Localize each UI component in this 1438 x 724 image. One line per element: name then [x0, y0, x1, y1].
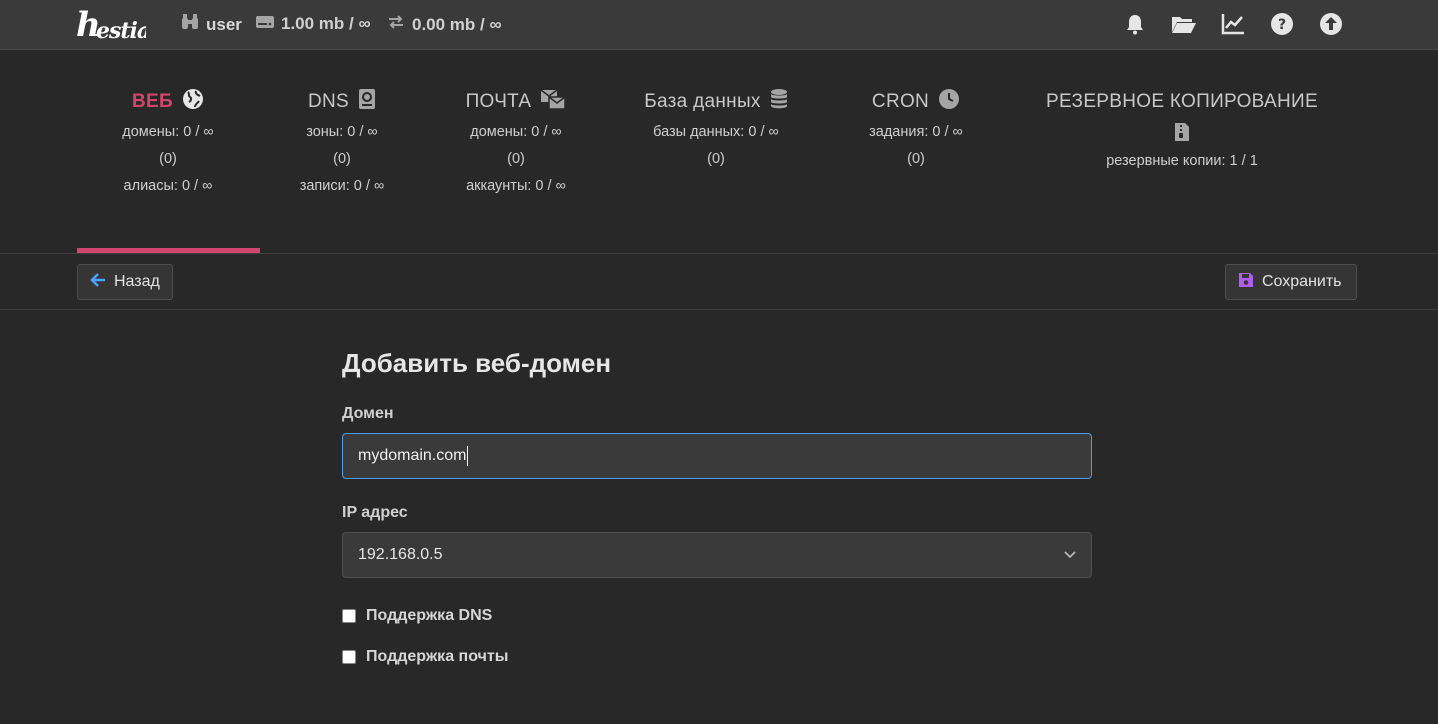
- username: user: [206, 14, 242, 34]
- tab-web-label: ВЕБ: [132, 91, 173, 112]
- arrow-left-icon: [90, 272, 106, 292]
- page-title: Добавить веб-домен: [342, 348, 612, 378]
- tab-cron-jobs: задания: 0 / ∞: [869, 124, 963, 140]
- hestia-logo[interactable]: h estia: [76, 4, 151, 52]
- active-tab-indicator: [77, 248, 260, 253]
- archive-icon: [1042, 119, 1322, 145]
- chevron-down-icon: [1064, 546, 1076, 564]
- exchange-icon: [387, 14, 405, 35]
- globe-icon: [182, 88, 204, 116]
- toolbar: Назад Сохранить: [0, 255, 1438, 310]
- tab-dns-zones: зоны: 0 / ∞: [306, 124, 378, 140]
- mail-support-label: Поддержка почты: [366, 648, 509, 665]
- tab-database[interactable]: База данных базы данных: 0 / ∞ (0): [636, 89, 796, 169]
- main-tabs: ВЕБ домены: 0 / ∞ (0) алиасы: 0 / ∞ DNS …: [0, 51, 1438, 254]
- disk-stat: 1.00 mb / ∞: [256, 14, 371, 34]
- dns-support-checkbox[interactable]: [342, 609, 356, 623]
- tab-web-domains-count: (0): [159, 151, 177, 167]
- svg-text:?: ?: [1278, 17, 1286, 33]
- mail-support-checkbox[interactable]: [342, 650, 356, 664]
- tab-mail[interactable]: ПОЧТА домены: 0 / ∞ (0) аккаунты: 0 / ∞: [446, 89, 586, 196]
- tab-mail-label: ПОЧТА: [465, 91, 532, 112]
- tab-mail-accounts: аккаунты: 0 / ∞: [466, 178, 566, 194]
- ip-field-label: IP адрес: [342, 504, 408, 521]
- top-bar: h estia user 1.00 mb / ∞ 0.00 mb / ∞ ?: [0, 0, 1438, 50]
- tab-database-dbs-count: (0): [707, 151, 725, 167]
- domain-input[interactable]: mydomain.com: [342, 433, 1092, 479]
- save-button-label: Сохранить: [1262, 273, 1342, 290]
- tab-dns-zones-count: (0): [333, 151, 351, 167]
- dns-support-option[interactable]: Поддержка DNS: [342, 607, 1092, 625]
- dns-support-label: Поддержка DNS: [366, 607, 493, 624]
- tab-cron[interactable]: CRON задания: 0 / ∞ (0): [846, 89, 986, 169]
- tab-mail-domains: домены: 0 / ∞: [470, 124, 562, 140]
- text-caret: [467, 446, 469, 466]
- tab-database-label: База данных: [644, 91, 761, 112]
- back-button-label: Назад: [114, 273, 160, 290]
- tab-dns-label: DNS: [307, 91, 349, 112]
- hestia-logo-mark: h estia: [76, 5, 151, 45]
- tab-web-domains: домены: 0 / ∞: [122, 124, 214, 140]
- ip-address-value: 192.168.0.5: [358, 546, 443, 563]
- help-icon[interactable]: ?: [1269, 11, 1295, 37]
- mail-icon: [540, 88, 567, 116]
- database-icon: [770, 88, 788, 116]
- tab-web[interactable]: ВЕБ домены: 0 / ∞ (0) алиасы: 0 / ∞: [88, 89, 248, 196]
- mail-support-option[interactable]: Поддержка почты: [342, 648, 1092, 666]
- tab-cron-label: CRON: [871, 91, 930, 112]
- add-web-domain-form: Добавить веб-домен Домен mydomain.com IP…: [342, 348, 1092, 666]
- back-button[interactable]: Назад: [77, 264, 173, 300]
- save-button[interactable]: Сохранить: [1225, 264, 1357, 300]
- bandwidth-stat: 0.00 mb / ∞: [387, 14, 502, 35]
- ip-address-select[interactable]: 192.168.0.5: [342, 532, 1092, 578]
- update-icon[interactable]: [1318, 11, 1344, 37]
- clock-icon: [938, 88, 960, 116]
- floppy-disk-icon: [1238, 272, 1254, 293]
- folder-icon[interactable]: [1171, 11, 1197, 37]
- hdd-icon: [256, 14, 274, 34]
- binoculars-icon: [181, 14, 199, 35]
- domain-field-label: Домен: [342, 405, 394, 422]
- svg-text:estia: estia: [96, 18, 146, 44]
- tab-backup-label: РЕЗЕРВНОЕ КОПИРОВАНИЕ: [1046, 91, 1318, 112]
- tab-cron-jobs-count: (0): [907, 151, 925, 167]
- tab-mail-domains-count: (0): [507, 151, 525, 167]
- tab-web-aliases: алиасы: 0 / ∞: [123, 178, 213, 194]
- user-stat[interactable]: user: [181, 14, 242, 35]
- tab-dns[interactable]: DNS зоны: 0 / ∞ (0) записи: 0 / ∞: [282, 89, 402, 196]
- book-icon: [358, 88, 376, 116]
- bandwidth-usage: 0.00 mb / ∞: [412, 14, 502, 34]
- tab-backup[interactable]: РЕЗЕРВНОЕ КОПИРОВАНИЕ резервные копии: 1…: [1042, 89, 1322, 171]
- top-icons: ?: [1122, 11, 1344, 37]
- chart-icon[interactable]: [1220, 11, 1246, 37]
- tab-database-dbs: базы данных: 0 / ∞: [653, 124, 779, 140]
- domain-input-value: mydomain.com: [358, 447, 467, 464]
- bell-icon[interactable]: [1122, 11, 1148, 37]
- disk-usage: 1.00 mb / ∞: [281, 14, 371, 33]
- tab-backup-copies: резервные копии: 1 / 1: [1106, 153, 1258, 169]
- tab-dns-records: записи: 0 / ∞: [299, 178, 385, 194]
